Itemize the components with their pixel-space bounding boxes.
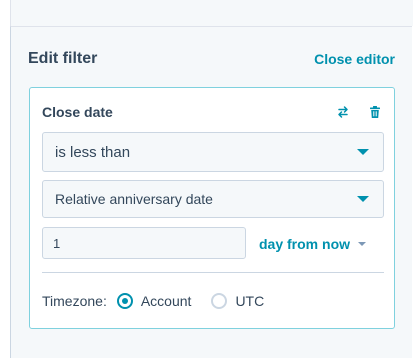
filter-field-name: Close date — [42, 104, 113, 120]
radio-checked-icon[interactable] — [116, 293, 133, 309]
trash-icon[interactable] — [368, 105, 382, 119]
operator-value: is less than — [55, 143, 131, 161]
chevron-down-icon — [357, 196, 369, 202]
swap-icon[interactable] — [336, 105, 350, 119]
timezone-option-account[interactable]: Account — [116, 293, 192, 309]
radio-unchecked-icon[interactable] — [211, 293, 228, 309]
panel-title: Edit filter — [28, 50, 98, 67]
unit-value: day from now — [259, 236, 351, 252]
chevron-down-icon — [358, 242, 367, 246]
filter-card-header: Close date — [42, 102, 382, 122]
filter-actions — [336, 105, 382, 119]
timezone-option-utc[interactable]: UTC — [211, 293, 264, 309]
filter-card: Close date is less than Relative anniver… — [29, 87, 395, 329]
amount-input[interactable] — [42, 227, 246, 259]
operator-select[interactable]: is less than — [42, 132, 384, 172]
close-editor-link[interactable]: Close editor — [314, 51, 395, 67]
edit-filter-panel: Edit filter Close editor Close date is l… — [10, 26, 412, 358]
divider — [42, 272, 384, 273]
chevron-down-icon — [357, 149, 369, 155]
top-strip — [10, 0, 413, 26]
timezone-row: Timezone: Account UTC — [42, 291, 284, 311]
value-type-select[interactable]: Relative anniversary date — [42, 180, 384, 218]
timezone-option-label: UTC — [235, 293, 265, 309]
unit-select[interactable]: day from now — [259, 234, 367, 254]
value-type-value: Relative anniversary date — [55, 191, 213, 207]
timezone-label: Timezone: — [42, 293, 107, 309]
panel-header: Edit filter Close editor — [28, 47, 395, 71]
timezone-option-label: Account — [140, 293, 192, 309]
